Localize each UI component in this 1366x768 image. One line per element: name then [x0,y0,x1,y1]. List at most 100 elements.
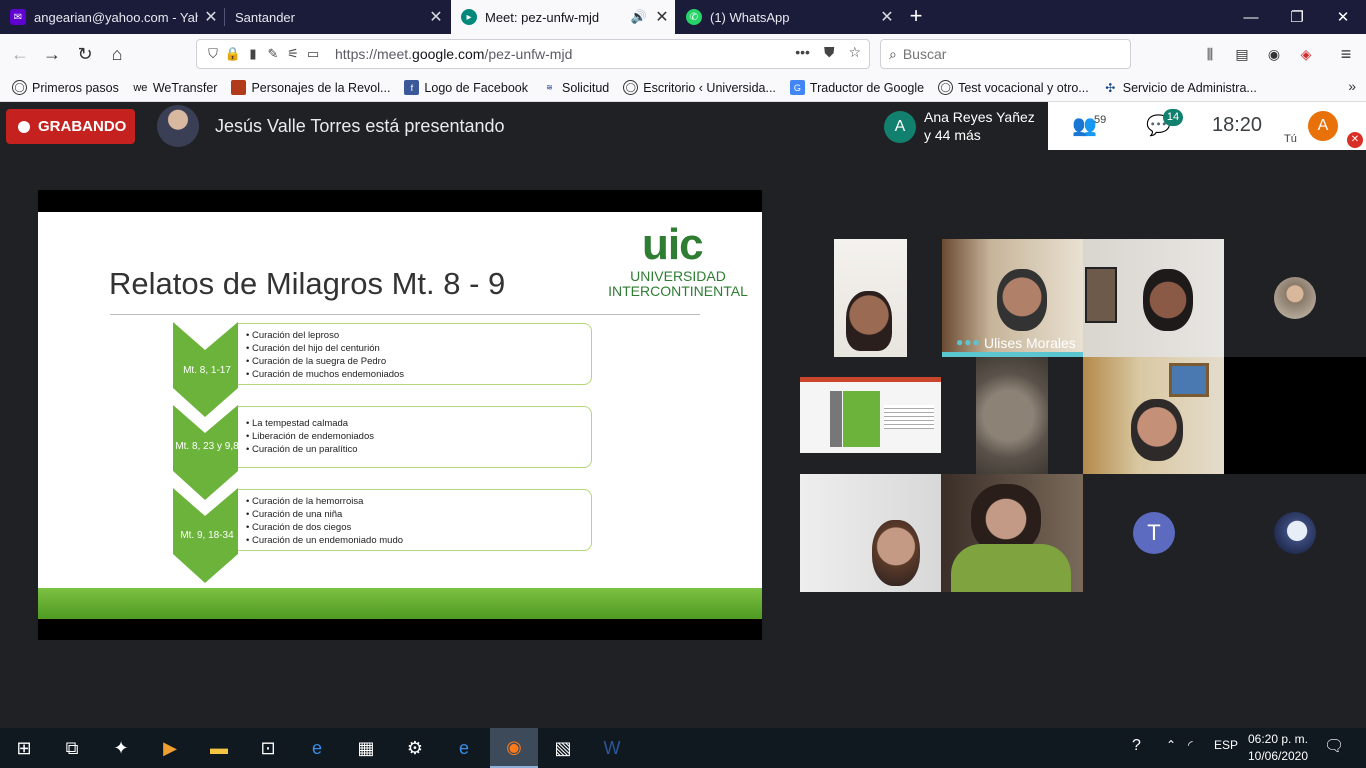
wetransfer-icon: we [133,81,148,94]
new-tab-button[interactable]: + [903,4,929,30]
message-icon[interactable]: ▭ [303,46,323,62]
video-tile[interactable] [1224,474,1366,592]
bookmark-label: Logo de Facebook [424,80,528,95]
video-tile-active[interactable]: ●●● Ulises Morales [942,239,1083,357]
close-icon[interactable]: ✕ [649,7,675,27]
bookmark-item[interactable]: ✣ Servicio de Administra... [1103,80,1257,95]
forward-arrow-icon[interactable]: → [38,41,66,67]
search-input[interactable] [902,46,1103,62]
list-item: Liberación de endemoniados [246,430,591,443]
speaker-icon[interactable]: 🔊 [631,9,647,25]
bookmark-item[interactable]: Personajes de la Revol... [231,80,390,95]
file-explorer-icon[interactable]: ▬ [195,728,243,768]
tab-meet[interactable]: ▸ Meet: pez-unfw-mjd 🔊 ✕ [451,0,675,34]
url-text[interactable]: https://meet.google.com/pez-unfw-mjd [335,46,572,62]
video-tile[interactable] [1083,357,1224,474]
bookmark-item[interactable]: we WeTransfer [133,80,218,95]
settings-gear-icon[interactable]: ⚙ [391,728,439,768]
group-items: Curación de la hemorroisa Curación de un… [238,489,592,551]
translate-icon: G [789,80,805,95]
back-arrow-icon[interactable]: ← [6,41,34,67]
more-actions-icon[interactable]: ••• [795,44,810,61]
video-tile[interactable] [1224,357,1366,474]
language-indicator[interactable]: ESP [1214,738,1238,752]
media-player-icon[interactable]: ▶ [146,728,194,768]
facebook-icon: f [404,80,420,95]
internet-explorer-icon[interactable]: e [293,728,341,768]
close-icon[interactable]: ✕ [874,7,900,27]
tab-label: (1) WhatsApp [710,9,790,25]
search-bar[interactable]: ⌕ [880,39,1131,69]
library-icon[interactable]: ⫼ [1198,42,1222,66]
camera-blocked-icon[interactable]: ▮ [243,46,263,62]
reload-icon[interactable]: ↻ [71,41,99,67]
sidebar-icon[interactable]: ▤ [1230,42,1254,66]
photos-icon[interactable]: ▧ [539,728,587,768]
shared-screen-thumbnail [800,377,941,453]
participant-video [1143,269,1193,331]
close-icon[interactable]: ✕ [198,7,224,27]
task-view-icon[interactable]: ⧉ [48,728,96,768]
notifications-icon[interactable]: 🗨 [1324,736,1344,756]
wifi-icon[interactable]: ◜ [1188,738,1193,752]
video-tile[interactable] [800,239,941,357]
self-avatar[interactable]: A [1308,111,1338,141]
video-tile[interactable] [941,357,1083,474]
bookmark-item[interactable]: ◯ Escritorio ‹ Universida... [623,80,776,95]
video-tile[interactable] [941,474,1083,592]
uic-logo: uic [642,220,704,269]
menu-icon[interactable]: ≡ [1334,42,1358,66]
help-icon[interactable]: ? [1132,737,1141,755]
minimize-button[interactable]: — [1228,0,1274,34]
bookmark-item[interactable]: G Traductor de Google [789,80,924,95]
pocket-extension-icon[interactable]: ◈ [1294,42,1318,66]
participants-preview[interactable]: A Ana Reyes Yañez y 44 más [876,102,1048,150]
lock-icon[interactable]: 🔒 [223,46,243,62]
calculator-icon[interactable]: ▦ [342,728,390,768]
app-icon[interactable]: ✦ [97,728,145,768]
group-label: Mt. 8, 23 y 9,8 [175,441,239,452]
record-dot-icon [18,120,30,133]
video-tile[interactable] [1083,239,1224,357]
video-tile[interactable] [800,474,941,592]
close-window-button[interactable]: ✕ [1320,0,1366,34]
mic-blocked-icon[interactable]: ✎ [263,46,283,62]
pocket-icon[interactable]: ⛊ [824,44,835,61]
bookmark-label: Personajes de la Revol... [251,80,391,95]
home-icon[interactable]: ⌂ [103,41,131,67]
chevron-up-icon[interactable]: ⌃ [1166,738,1176,752]
windows-start-icon[interactable]: ⊞ [0,728,48,768]
participant-video [834,239,907,357]
close-icon[interactable]: ✕ [423,7,449,27]
firefox-icon[interactable]: ◉ [490,728,538,768]
tab-santander[interactable]: Santander ✕ [225,0,449,34]
bookmark-item[interactable]: ◯ Test vocacional y otro... [938,80,1089,95]
list-item: La tempestad calmada [246,417,591,430]
bookmark-item[interactable]: f Logo de Facebook [404,80,528,95]
system-clock[interactable]: 06:20 p. m. 10/06/2020 [1240,731,1316,765]
speaking-dots-icon: ●●● [956,335,981,349]
more-bookmarks-icon[interactable]: » [1348,78,1356,94]
bookmark-star-icon[interactable]: ☆ [848,44,861,61]
globe-icon: ◯ [12,80,27,95]
bookmark-label: Primeros pasos [32,80,119,95]
video-tile[interactable]: T [1083,474,1224,592]
autoplay-icon[interactable]: ⚟ [283,46,303,62]
store-icon[interactable]: ⊡ [244,728,292,768]
restore-button[interactable]: ❐ [1274,0,1320,34]
tab-label: Meet: pez-unfw-mjd [485,9,600,25]
participant-avatar: A [884,111,916,143]
shield-icon[interactable]: ⛉ [203,46,223,62]
account-icon[interactable]: ◉ [1262,42,1286,66]
tab-whatsapp[interactable]: ✆ (1) WhatsApp ✕ [676,0,900,34]
address-bar[interactable]: ⛉ 🔒 ▮ ✎ ⚟ ▭ https://meet.google.com/pez-… [196,39,870,69]
bookmark-item[interactable]: ◯ Primeros pasos [12,80,119,95]
word-icon[interactable]: W [588,728,636,768]
video-tile[interactable] [800,357,941,474]
list-item: Curación de dos ciegos [246,521,591,534]
bookmark-item[interactable]: ≋ Solicitud [542,80,609,95]
tab-yahoo-mail[interactable]: ✉ angearian@yahoo.com - Yahoo ✕ [0,0,224,34]
video-tile[interactable] [1224,239,1366,357]
edge-icon[interactable]: e [440,728,488,768]
bookmark-label: WeTransfer [152,80,218,95]
